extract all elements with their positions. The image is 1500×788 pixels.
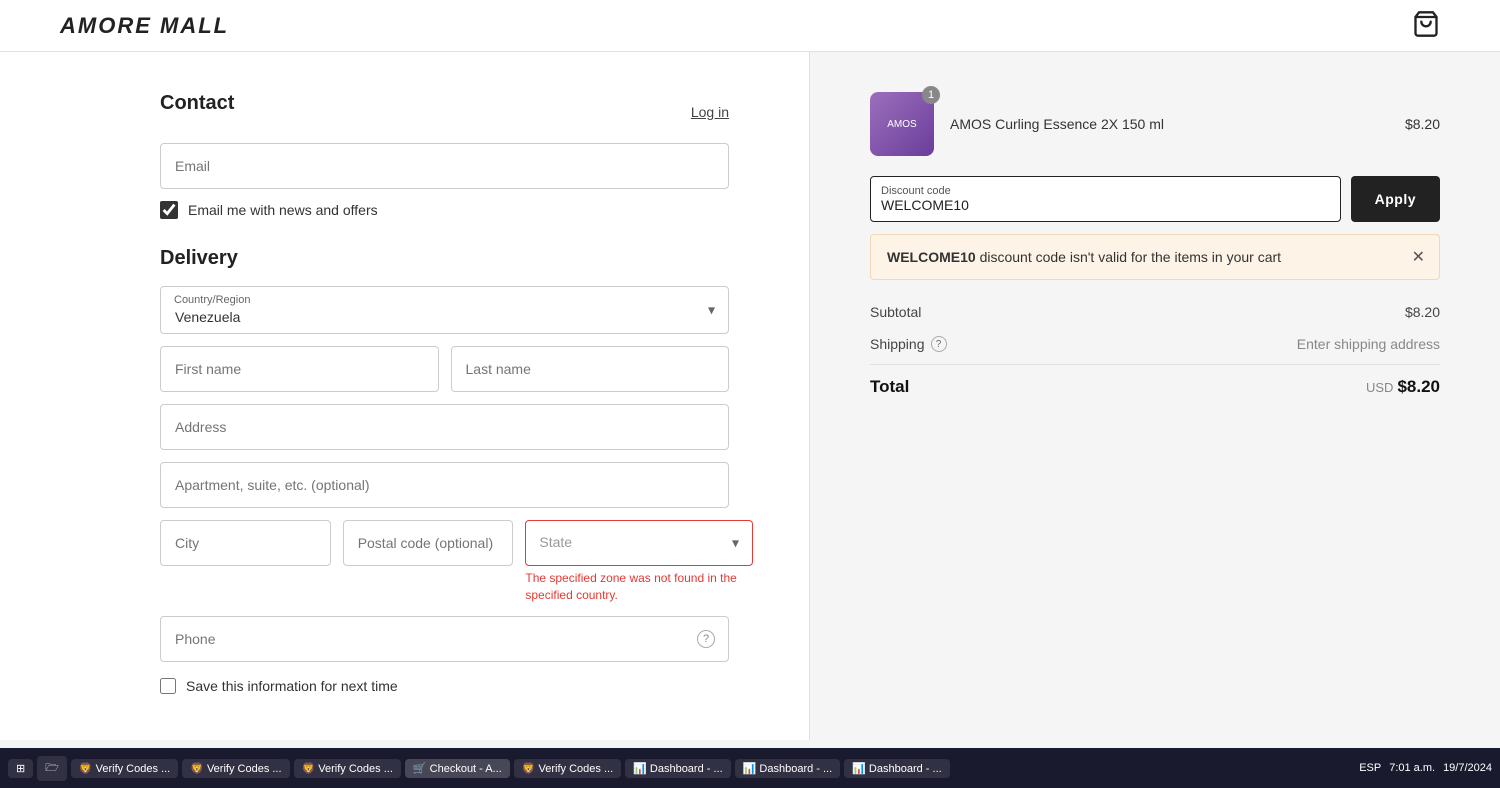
total-value: $8.20 [1397,377,1440,396]
save-row: Save this information for next time [160,678,729,694]
total-label: Total [870,377,909,397]
taskbar-verify-2[interactable]: 🦁 Verify Codes ... [182,759,289,778]
subtotal-row: Subtotal $8.20 [870,296,1440,328]
taskbar-dashboard-1[interactable]: 📊 Dashboard - ... [625,759,731,778]
apartment-field[interactable] [160,462,729,508]
subtotal-value: $8.20 [1405,304,1440,320]
header: AMORE MALL [0,0,1500,52]
contact-title: Contact [160,92,234,115]
taskbar-left: ⊞ 🗁 🦁 Verify Codes ... 🦁 Verify Codes ..… [8,756,950,781]
product-name: AMOS Curling Essence 2X 150 ml [950,116,1389,132]
discount-label: Discount code [881,179,1330,197]
discount-error-banner: WELCOME10 discount code isn't valid for … [870,234,1440,280]
left-panel: Contact Log in Email me with news and of… [0,52,810,740]
address-wrapper [160,404,729,450]
product-image-wrapper: AMOS 1 [870,92,934,156]
shipping-row: Shipping ? Enter shipping address [870,328,1440,360]
country-label: Country/Region [174,294,250,306]
taskbar-explorer[interactable]: 🗁 [37,756,67,781]
save-label: Save this information for next time [186,678,398,694]
error-code: WELCOME10 [887,249,976,265]
country-select-wrapper: Country/Region Venezuela ▾ [160,286,729,334]
cart-badge: 1 [922,86,940,104]
city-wrapper [160,520,331,604]
start-button[interactable]: ⊞ [8,759,33,778]
taskbar: ⊞ 🗁 🦁 Verify Codes ... 🦁 Verify Codes ..… [0,748,1500,788]
delivery-title: Delivery [160,247,729,270]
discount-field[interactable] [881,197,1330,219]
taskbar-verify-4[interactable]: 🦁 Verify Codes ... [514,759,621,778]
error-close-button[interactable]: ✕ [1412,247,1425,267]
total-divider [870,364,1440,365]
taskbar-verify-1[interactable]: 🦁 Verify Codes ... [71,759,178,778]
news-checkbox-label: Email me with news and offers [188,202,378,218]
total-value-group: USD $8.20 [1366,377,1440,397]
taskbar-right: ESP 7:01 a.m. 19/7/2024 [1359,762,1492,774]
address-field[interactable] [160,404,729,450]
save-checkbox[interactable] [160,678,176,694]
taskbar-time: 7:01 a.m. [1389,762,1435,774]
first-name-field[interactable] [160,346,439,392]
apply-button[interactable]: Apply [1351,176,1440,222]
right-panel: AMOS 1 AMOS Curling Essence 2X 150 ml $8… [810,52,1500,740]
country-floating-wrapper: Country/Region Venezuela ▾ [160,286,729,334]
state-select[interactable] [525,520,753,566]
product-img-label: AMOS [887,119,916,130]
discount-row: Discount code Apply [870,176,1440,222]
delivery-section: Delivery Country/Region Venezuela ▾ [160,247,729,694]
shipping-help-icon[interactable]: ? [931,336,947,352]
news-checkbox[interactable] [160,201,178,219]
error-message: discount code isn't valid for the items … [976,249,1281,265]
taskbar-checkout[interactable]: 🛒 Checkout - A... [405,759,510,778]
state-wrapper: State ▾ The specified zone was not found… [525,520,753,604]
taskbar-date: 19/7/2024 [1443,762,1492,774]
phone-field[interactable] [160,616,729,662]
login-link[interactable]: Log in [691,104,729,120]
taskbar-dashboard-2[interactable]: 📊 Dashboard - ... [735,759,841,778]
state-error-text: The specified zone was not found in the … [525,570,753,604]
phone-wrapper: ? [160,616,729,662]
city-field[interactable] [160,520,331,566]
taskbar-lang: ESP [1359,762,1381,774]
state-select-wrapper: State ▾ [525,520,753,566]
shipping-label: Shipping [870,336,925,352]
phone-help-icon[interactable]: ? [697,630,715,648]
name-row [160,346,729,392]
subtotal-label: Subtotal [870,304,921,320]
usd-label: USD [1366,380,1393,395]
product-price: $8.20 [1405,116,1440,132]
apartment-wrapper [160,462,729,508]
discount-input-wrapper: Discount code [870,176,1341,222]
total-row: Total USD $8.20 [870,369,1440,405]
cart-button[interactable] [1412,10,1440,41]
email-field[interactable] [160,143,729,189]
taskbar-verify-3[interactable]: 🦁 Verify Codes ... [294,759,401,778]
news-checkbox-row: Email me with news and offers [160,201,729,219]
city-postal-state-row: State ▾ The specified zone was not found… [160,520,729,604]
postal-wrapper [343,520,514,604]
shipping-value: Enter shipping address [1297,336,1440,352]
shipping-label-group: Shipping ? [870,336,947,352]
order-item: AMOS 1 AMOS Curling Essence 2X 150 ml $8… [870,92,1440,156]
postal-field[interactable] [343,520,514,566]
main-content: Contact Log in Email me with news and of… [0,52,1500,740]
last-name-field[interactable] [451,346,730,392]
taskbar-dashboard-3[interactable]: 📊 Dashboard - ... [844,759,950,778]
contact-section-header: Contact Log in [160,92,729,131]
logo: AMORE MALL [60,13,229,39]
